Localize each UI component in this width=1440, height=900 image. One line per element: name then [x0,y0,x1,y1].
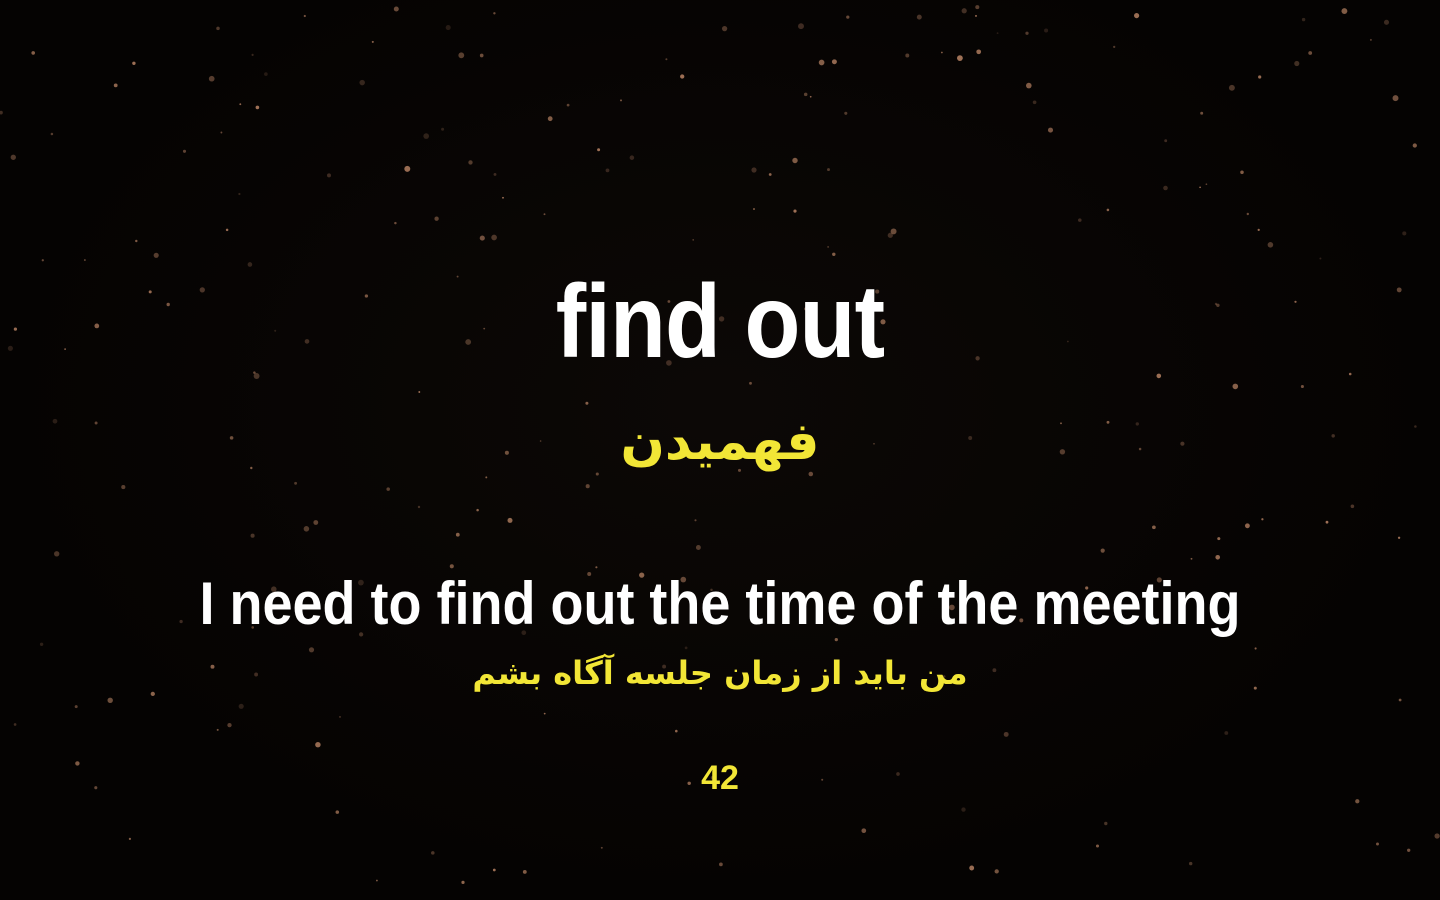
slide-canvas: find out فهمیدن I need to find out the t… [0,0,1440,900]
example-translation: من باید از زمان جلسه آگاه بشم [472,654,968,692]
phrase-translation: فهمیدن [620,412,820,472]
slide-number: 42 [701,759,739,797]
example-sentence: I need to find out the time of the meeti… [199,570,1241,637]
slide-text-layer: find out فهمیدن I need to find out the t… [0,0,1440,900]
phrase-title: find out [555,264,885,380]
